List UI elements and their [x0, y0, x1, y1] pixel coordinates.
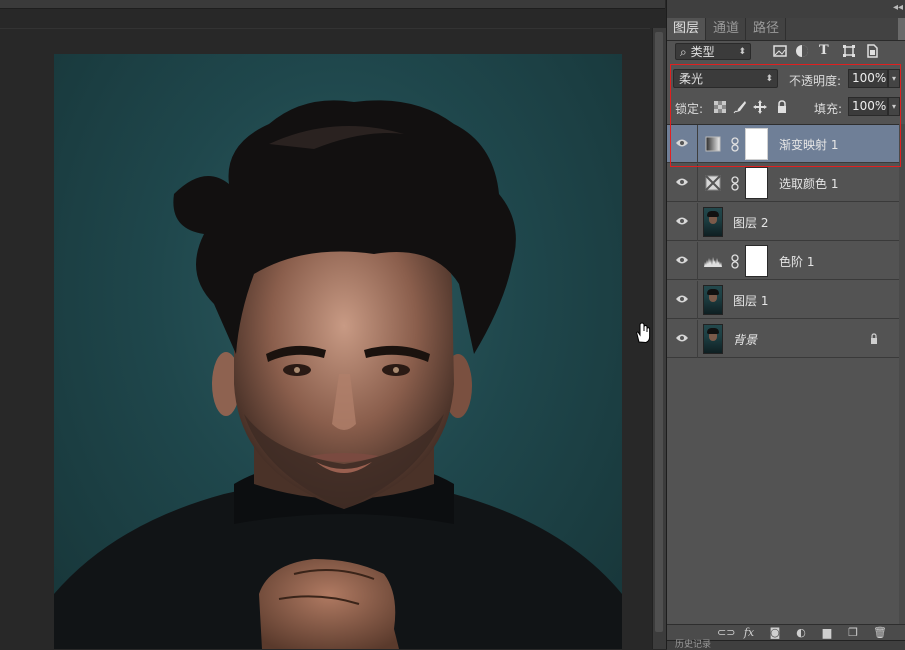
- visibility-toggle[interactable]: [667, 242, 698, 280]
- lock-position-icon[interactable]: [753, 100, 767, 114]
- chevron-updown-icon: ⬍: [765, 74, 773, 84]
- layer-mask-thumbnail[interactable]: [745, 167, 768, 199]
- layer-thumbnail[interactable]: [703, 324, 723, 354]
- visibility-toggle[interactable]: [667, 281, 698, 319]
- fill-input[interactable]: 100%: [848, 97, 888, 116]
- panel-collapse-icon[interactable]: ◂◂: [893, 2, 903, 13]
- layer-name: 图层 2: [733, 216, 769, 230]
- selective-color-icon: [705, 175, 721, 191]
- chevron-updown-icon: ⬍: [738, 47, 746, 57]
- lock-icon: [871, 333, 877, 344]
- layer-row-layer-2[interactable]: 图层 2: [667, 203, 899, 241]
- lock-image-pixels-icon[interactable]: [733, 100, 747, 114]
- tab-layers[interactable]: 图层: [667, 18, 707, 40]
- eye-icon: [676, 334, 688, 342]
- link-icon[interactable]: [731, 176, 739, 191]
- type-filter-icon[interactable]: T: [819, 44, 833, 58]
- lock-row: 锁定: 填充: 100% ▾: [667, 94, 905, 120]
- fill-label: 填充:: [814, 102, 843, 116]
- blend-mode-select[interactable]: 柔光 ⬍: [673, 69, 778, 88]
- link-icon[interactable]: [731, 254, 739, 269]
- layer-row-layer-1[interactable]: 图层 1: [667, 281, 899, 319]
- levels-histogram-icon: [704, 257, 722, 267]
- layer-name: 背景: [733, 333, 758, 347]
- layer-name: 图层 1: [733, 294, 769, 308]
- tab-paths[interactable]: 路径: [747, 18, 787, 40]
- opacity-dropdown-button[interactable]: ▾: [888, 69, 900, 88]
- eye-icon: [676, 256, 688, 264]
- canvas-area[interactable]: [0, 0, 666, 649]
- layer-thumbnail[interactable]: [703, 207, 723, 237]
- image-filter-icon[interactable]: [773, 44, 787, 58]
- new-group-icon[interactable]: ▆: [821, 627, 833, 639]
- layer-row-selective-color[interactable]: 选取颜色 1: [667, 164, 899, 202]
- layer-name: 色阶 1: [779, 255, 815, 269]
- layer-name: 选取颜色 1: [779, 177, 839, 191]
- visibility-toggle[interactable]: [667, 125, 698, 163]
- adjustment-filter-icon[interactable]: [795, 44, 809, 58]
- filter-type-label: 类型: [690, 45, 715, 59]
- layers-list: 渐变映射 1 选取颜色 1 图层 2 色阶 1 图层 1 背景: [667, 124, 899, 625]
- blend-row: 柔光 ⬍ 不透明度: 100% ▾: [667, 66, 905, 92]
- link-layers-icon[interactable]: ⊂⊃: [717, 627, 735, 639]
- fx-icon[interactable]: fx: [743, 627, 755, 639]
- panel-title-strip: ◂◂: [667, 0, 905, 18]
- opacity-label: 不透明度:: [789, 74, 842, 88]
- panel-tabs: 图层 通道 路径: [667, 18, 905, 41]
- layer-mask-thumbnail[interactable]: [745, 245, 768, 277]
- search-icon: ⌕: [680, 45, 687, 59]
- tab-channels[interactable]: 通道: [707, 18, 747, 40]
- blend-mode-value: 柔光: [679, 72, 704, 86]
- visibility-toggle[interactable]: [667, 164, 698, 202]
- layer-mask-thumbnail[interactable]: [745, 128, 768, 160]
- eye-icon: [676, 217, 688, 225]
- canvas-vertical-scrollbar[interactable]: [652, 28, 666, 649]
- scrollbar-thumb[interactable]: [655, 32, 663, 632]
- lock-transparent-pixels-icon[interactable]: [713, 100, 727, 114]
- smart-object-filter-icon[interactable]: [865, 44, 879, 58]
- panel-menu-button[interactable]: [898, 18, 905, 40]
- hand-cursor-icon: [636, 322, 651, 344]
- layer-row-levels[interactable]: 色阶 1: [667, 242, 899, 280]
- lock-all-icon[interactable]: [775, 100, 789, 114]
- document-canvas[interactable]: [54, 54, 622, 649]
- filter-type-select[interactable]: ⌕ 类型 ⬍: [675, 43, 751, 60]
- portrait-image: [54, 100, 622, 649]
- canvas-divider: [0, 28, 650, 29]
- trash-icon[interactable]: 🗑: [873, 627, 887, 639]
- layers-bottom-toolbar: ⊂⊃ fx ◙ ◐ ▆ ❐ 🗑: [667, 624, 905, 641]
- layer-row-background[interactable]: 背景: [667, 320, 899, 358]
- new-layer-icon[interactable]: ❐: [847, 627, 859, 639]
- opacity-input[interactable]: 100%: [848, 69, 888, 88]
- adjustment-layer-icon[interactable]: ◐: [795, 627, 807, 639]
- eye-icon: [676, 295, 688, 303]
- eye-icon: [676, 178, 688, 186]
- add-mask-icon[interactable]: ◙: [769, 627, 781, 639]
- layer-row-gradient-map[interactable]: 渐变映射 1: [667, 125, 899, 163]
- layer-name: 渐变映射 1: [779, 138, 839, 152]
- layers-panel: ◂◂ 图层 通道 路径 ⌕ 类型 ⬍ T 柔光 ⬍ 不透明度: 100% ▾ 锁…: [666, 0, 905, 650]
- layer-filter-row: ⌕ 类型 ⬍ T: [667, 40, 905, 64]
- eye-icon: [676, 139, 688, 147]
- layers-scrollbar[interactable]: [899, 124, 905, 624]
- document-tab-strip: [0, 0, 665, 9]
- fill-dropdown-button[interactable]: ▾: [888, 97, 900, 116]
- lock-label: 锁定:: [675, 102, 704, 116]
- shape-filter-icon[interactable]: [842, 44, 856, 58]
- gradient-map-icon: [705, 136, 721, 152]
- link-icon[interactable]: [731, 137, 739, 152]
- layer-thumbnail[interactable]: [703, 285, 723, 315]
- visibility-toggle[interactable]: [667, 203, 698, 241]
- visibility-toggle[interactable]: [667, 320, 698, 358]
